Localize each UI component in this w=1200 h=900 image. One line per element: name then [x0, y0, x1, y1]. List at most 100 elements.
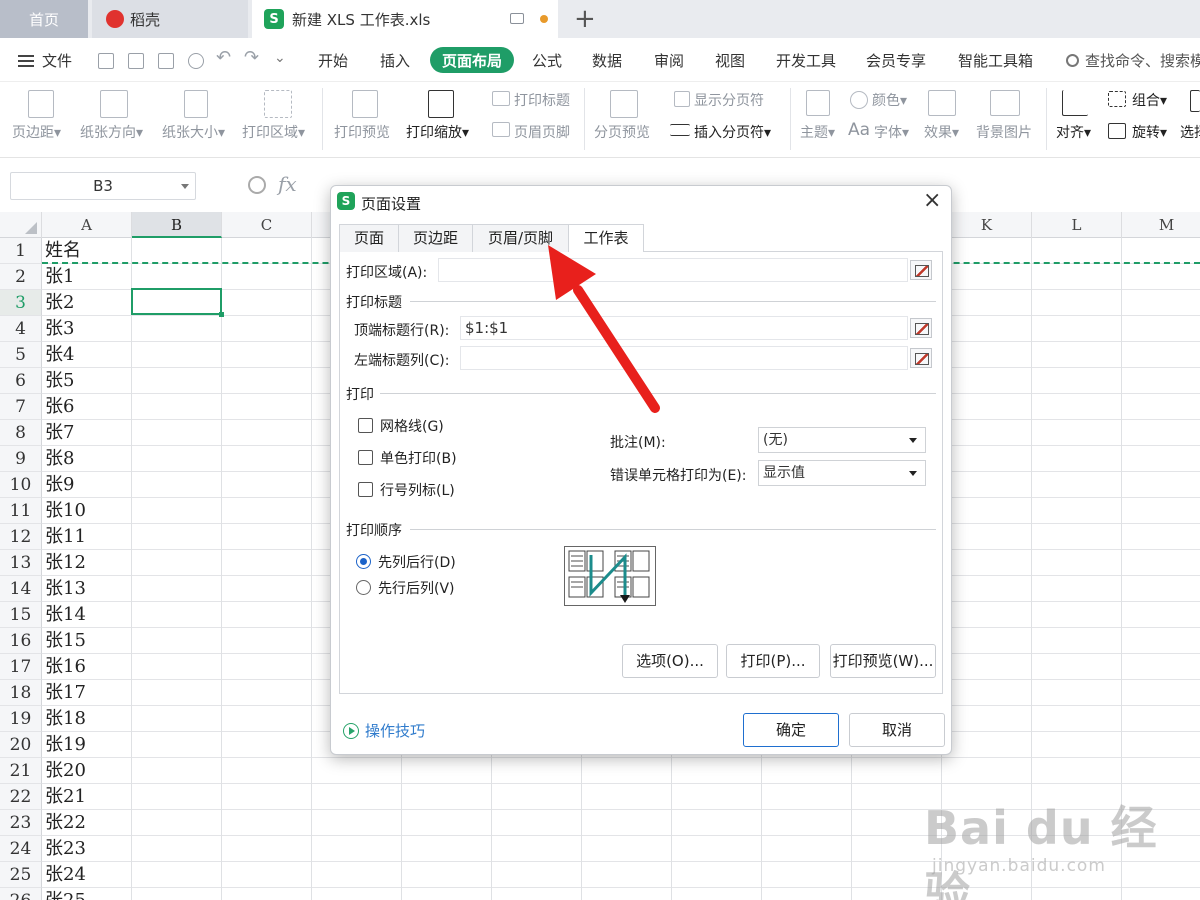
fx-icon[interactable]: fx — [278, 172, 297, 196]
row-header[interactable]: 16 — [0, 628, 42, 654]
cancel-button[interactable]: 取消 — [849, 713, 945, 747]
cell-a[interactable]: 张2 — [42, 290, 132, 316]
select-all-corner[interactable] — [0, 212, 42, 238]
cell-a[interactable]: 张1 — [42, 264, 132, 290]
name-box[interactable]: B3 — [10, 172, 196, 200]
rotate-button[interactable]: 旋转▾ — [1132, 122, 1167, 142]
theme-button[interactable]: 主题▾ — [800, 122, 835, 142]
row-header[interactable]: 14 — [0, 576, 42, 602]
paper-size-button[interactable]: 纸张大小▾ — [162, 122, 225, 142]
menu-review[interactable]: 审阅 — [654, 50, 684, 71]
background-image-button[interactable]: 背景图片 — [976, 122, 1032, 142]
margins-button[interactable]: 页边距▾ — [12, 122, 61, 142]
tab-header-footer[interactable]: 页眉/页脚 — [472, 224, 569, 252]
screen-icon[interactable] — [510, 13, 524, 24]
row-header[interactable]: 25 — [0, 862, 42, 888]
quick-access-dropdown-icon[interactable]: ⌄ — [274, 50, 290, 66]
cell-a[interactable]: 张18 — [42, 706, 132, 732]
cell-a[interactable]: 张4 — [42, 342, 132, 368]
new-tab-plus-icon[interactable]: + — [574, 4, 596, 34]
row-header[interactable]: 5 — [0, 342, 42, 368]
chevron-down-icon[interactable] — [181, 184, 189, 189]
tab-page[interactable]: 页面 — [339, 224, 399, 252]
cell-a[interactable]: 张11 — [42, 524, 132, 550]
errors-select[interactable]: 显示值 — [758, 460, 926, 486]
colors-button[interactable]: 颜色▾ — [872, 90, 907, 110]
top-rows-input[interactable]: $1:$1 — [460, 316, 908, 340]
undo-icon[interactable]: ↶ — [216, 47, 232, 68]
tab-margins[interactable]: 页边距 — [398, 224, 473, 252]
cell-a[interactable]: 张5 — [42, 368, 132, 394]
left-cols-input[interactable] — [460, 346, 908, 370]
save-icon[interactable] — [98, 53, 114, 69]
menu-developer[interactable]: 开发工具 — [776, 50, 836, 71]
cell-a[interactable]: 张19 — [42, 732, 132, 758]
row-header[interactable]: 7 — [0, 394, 42, 420]
menu-formulas[interactable]: 公式 — [532, 50, 562, 71]
effects-button[interactable]: 效果▾ — [924, 122, 959, 142]
column-header[interactable]: A — [42, 212, 132, 238]
cell-a[interactable]: 张8 — [42, 446, 132, 472]
cell-a[interactable]: 张15 — [42, 628, 132, 654]
print-preview-button[interactable]: 打印预览(W)... — [830, 644, 936, 678]
dialog-titlebar[interactable]: S 页面设置 × — [331, 186, 951, 218]
print-area-input[interactable] — [438, 258, 908, 282]
row-header[interactable]: 8 — [0, 420, 42, 446]
cell-a[interactable]: 张25 — [42, 888, 132, 900]
row-header[interactable]: 10 — [0, 472, 42, 498]
range-picker-icon[interactable] — [910, 260, 932, 280]
cell-a[interactable]: 姓名 — [42, 238, 132, 264]
menu-page-layout[interactable]: 页面布局 — [430, 47, 514, 73]
cell-a[interactable]: 张3 — [42, 316, 132, 342]
row-header[interactable]: 24 — [0, 836, 42, 862]
menu-view[interactable]: 视图 — [715, 50, 745, 71]
column-header[interactable]: B — [132, 212, 222, 238]
row-header[interactable]: 15 — [0, 602, 42, 628]
group-button[interactable]: 组合▾ — [1132, 90, 1167, 110]
row-header[interactable]: 18 — [0, 680, 42, 706]
over-then-down-radio[interactable] — [356, 580, 371, 595]
cell-a[interactable]: 张12 — [42, 550, 132, 576]
ok-button[interactable]: 确定 — [743, 713, 839, 747]
comments-select[interactable]: (无) — [758, 427, 926, 453]
show-page-breaks-checkbox[interactable] — [674, 91, 690, 107]
cell-a[interactable]: 张23 — [42, 836, 132, 862]
zoom-icon[interactable] — [248, 176, 266, 194]
cell-a[interactable]: 张16 — [42, 654, 132, 680]
menu-file[interactable]: 文件 — [18, 50, 72, 71]
print-preview-button[interactable]: 打印预览 — [334, 122, 390, 142]
active-cell-b3[interactable] — [131, 288, 224, 317]
options-button[interactable]: 选项(O)... — [622, 644, 718, 678]
tab-sheet[interactable]: 工作表 — [568, 224, 644, 253]
print-button[interactable]: 打印(P)... — [726, 644, 820, 678]
headings-checkbox[interactable] — [358, 482, 373, 497]
print-scale-button[interactable]: 打印缩放▾ — [406, 122, 469, 142]
insert-page-break-button[interactable]: 插入分页符▾ — [694, 122, 771, 142]
row-header[interactable]: 2 — [0, 264, 42, 290]
align-button[interactable]: 对齐▾ — [1056, 122, 1091, 142]
down-then-over-radio[interactable] — [356, 554, 371, 569]
redo-icon[interactable]: ↷ — [244, 47, 260, 68]
cell-a[interactable]: 张6 — [42, 394, 132, 420]
mono-checkbox[interactable] — [358, 450, 373, 465]
row-header[interactable]: 11 — [0, 498, 42, 524]
select-button[interactable]: 选择 — [1180, 122, 1200, 142]
column-header[interactable]: C — [222, 212, 312, 238]
header-footer-button[interactable]: 页眉页脚 — [514, 122, 570, 142]
preview-icon[interactable] — [188, 53, 204, 69]
fonts-button[interactable]: 字体▾ — [874, 122, 909, 142]
export-icon[interactable] — [128, 53, 144, 69]
tab-daoke[interactable]: 稻壳 — [92, 0, 248, 38]
row-header[interactable]: 4 — [0, 316, 42, 342]
print-icon[interactable] — [158, 53, 174, 69]
print-area-button[interactable]: 打印区域▾ — [242, 122, 305, 142]
row-header[interactable]: 23 — [0, 810, 42, 836]
cell-a[interactable]: 张20 — [42, 758, 132, 784]
cell-a[interactable]: 张21 — [42, 784, 132, 810]
row-header[interactable]: 19 — [0, 706, 42, 732]
row-header[interactable]: 6 — [0, 368, 42, 394]
cell-a[interactable]: 张24 — [42, 862, 132, 888]
orientation-button[interactable]: 纸张方向▾ — [80, 122, 143, 142]
row-header[interactable]: 21 — [0, 758, 42, 784]
row-header[interactable]: 3 — [0, 290, 42, 316]
